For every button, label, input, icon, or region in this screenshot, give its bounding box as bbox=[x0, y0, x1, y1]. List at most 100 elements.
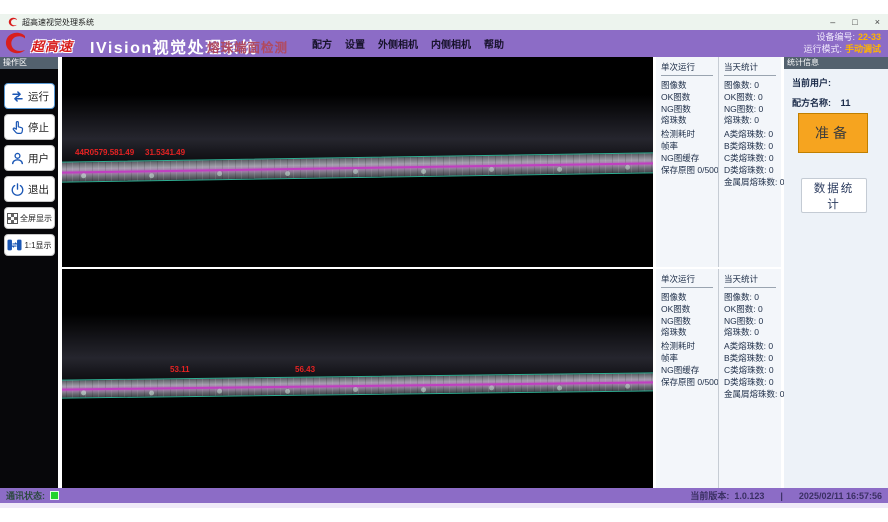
stat-row: 金属屑熔珠数: 0 bbox=[724, 178, 781, 187]
stat-row: NG图数: 0 bbox=[724, 105, 781, 114]
run-mode-label: 运行模式: bbox=[803, 44, 842, 54]
stat-row: OK图数 bbox=[661, 305, 718, 314]
stat-row: 保存原图 0/500 bbox=[661, 166, 718, 175]
operation-sidebar: 操作区 运行 停止 用户 退出 全屏显示 1:1显示 bbox=[0, 57, 58, 488]
window-title: 超高速视觉处理系统 bbox=[22, 17, 94, 28]
stat-row: NG图数: 0 bbox=[724, 317, 781, 326]
stat-row: 熔珠数 bbox=[661, 328, 718, 337]
exit-button-label: 退出 bbox=[28, 182, 49, 197]
stat-row: OK图数: 0 bbox=[724, 305, 781, 314]
fullscreen-checker-icon bbox=[7, 213, 18, 224]
camera-viewport-inner: 53.11 56.43 bbox=[62, 269, 653, 488]
prepare-button[interactable]: 准备 bbox=[798, 113, 868, 153]
stat-row: NG图缓存 bbox=[661, 154, 718, 163]
stat-row: C类熔珠数: 0 bbox=[724, 154, 781, 163]
user-person-icon bbox=[10, 151, 25, 166]
single-run-column: 单次运行 图像数OK图数NG图数熔珠数检测耗时帧率NG图缓存保存原图 0/500 bbox=[656, 57, 718, 267]
minimize-button[interactable]: – bbox=[830, 14, 835, 30]
single-run-column: 单次运行 图像数OK图数NG图数熔珠数检测耗时帧率NG图缓存保存原图 0/500 bbox=[656, 269, 718, 488]
stat-row: 熔珠数 bbox=[661, 116, 718, 125]
daily-stats-title: 当天统计 bbox=[724, 273, 776, 288]
stat-row: NG图数 bbox=[661, 317, 718, 326]
recipe-name-value: 11 bbox=[841, 98, 851, 109]
user-button-label: 用户 bbox=[28, 151, 49, 166]
detection-marks bbox=[81, 173, 86, 178]
detection-marks bbox=[81, 390, 86, 395]
exit-power-icon bbox=[10, 182, 25, 197]
stat-row: 金属屑熔珠数: 0 bbox=[724, 390, 781, 399]
status-separator: | bbox=[780, 491, 783, 501]
stat-row: C类熔珠数: 0 bbox=[724, 366, 781, 375]
one-to-one-icon bbox=[7, 238, 22, 252]
menu-item[interactable]: 设置 bbox=[345, 36, 365, 51]
main-menu: 配方设置外侧相机内侧相机帮助 bbox=[312, 30, 504, 57]
device-info: 设备编号:22-33 运行模式:手动调试 bbox=[803, 32, 881, 55]
maximize-button[interactable]: □ bbox=[852, 14, 857, 30]
camera-viewport-outer: 44R0579.581.49 31.5341.49 bbox=[62, 57, 653, 267]
user-button[interactable]: 用户 bbox=[4, 145, 55, 171]
window-bottom-edge bbox=[0, 503, 888, 508]
stat-row: 熔珠数: 0 bbox=[724, 116, 781, 125]
exit-button[interactable]: 退出 bbox=[4, 176, 55, 202]
menu-item[interactable]: 外侧相机 bbox=[378, 36, 418, 51]
run-mode-value: 手动调试 bbox=[845, 44, 881, 54]
single-run-title: 单次运行 bbox=[661, 61, 713, 76]
stat-row: 图像数 bbox=[661, 293, 718, 302]
info-panel-title: 统计信息 bbox=[784, 57, 888, 69]
menu-item[interactable]: 内侧相机 bbox=[431, 36, 471, 51]
window-titlebar: 超高速视觉处理系统 – □ × bbox=[0, 14, 888, 30]
fullscreen-button-label: 全屏显示 bbox=[20, 213, 52, 224]
app-header: 超高速 IVision视觉处理系统 熔珠端面检测 配方设置外侧相机内侧相机帮助 … bbox=[0, 30, 888, 57]
stat-row: 图像数 bbox=[661, 81, 718, 90]
app-icon bbox=[8, 17, 18, 27]
single-run-title: 单次运行 bbox=[661, 273, 713, 288]
stat-row: NG图数 bbox=[661, 105, 718, 114]
stats-panel-outer: 单次运行 图像数OK图数NG图数熔珠数检测耗时帧率NG图缓存保存原图 0/500… bbox=[656, 57, 781, 267]
stat-row: B类熔珠数: 0 bbox=[724, 142, 781, 151]
brand-logo-icon bbox=[4, 32, 28, 59]
stop-button-label: 停止 bbox=[28, 120, 49, 135]
stat-row: NG图缓存 bbox=[661, 366, 718, 375]
stat-row: 图像数: 0 bbox=[724, 81, 781, 90]
measurement-annotation: 53.11 bbox=[170, 365, 190, 374]
datetime-value: 2025/02/11 16:57:56 bbox=[799, 491, 882, 501]
measurement-annotation: 56.43 bbox=[295, 365, 315, 374]
device-number-value: 22-33 bbox=[858, 32, 881, 42]
stat-row: B类熔珠数: 0 bbox=[724, 354, 781, 363]
run-button[interactable]: 运行 bbox=[4, 83, 55, 109]
stop-button[interactable]: 停止 bbox=[4, 114, 55, 140]
one-to-one-button-label: 1:1显示 bbox=[24, 240, 51, 251]
scanline-overlay bbox=[62, 162, 653, 173]
status-bar: 通讯状态: 当前版本: 1.0.123 | 2025/02/11 16:57:56 bbox=[0, 488, 888, 503]
measurement-annotation: 44R0579.581.49 bbox=[75, 148, 134, 157]
current-user-label: 当前用户: bbox=[792, 78, 831, 88]
fullscreen-button[interactable]: 全屏显示 bbox=[4, 207, 55, 229]
version-label: 当前版本: bbox=[690, 491, 729, 501]
recipe-name-label: 配方名称: bbox=[792, 98, 831, 108]
brand-name: 超高速 bbox=[31, 36, 73, 55]
data-statistics-button[interactable]: 数据统计 bbox=[801, 178, 867, 213]
one-to-one-button[interactable]: 1:1显示 bbox=[4, 234, 55, 256]
app-subtitle: 熔珠端面检测 bbox=[207, 37, 288, 56]
measurement-annotation: 31.5341.49 bbox=[145, 148, 185, 157]
stat-row: D类熔珠数: 0 bbox=[724, 378, 781, 387]
stat-row: D类熔珠数: 0 bbox=[724, 166, 781, 175]
comm-status-label: 通讯状态: bbox=[6, 489, 45, 502]
version-value: 1.0.123 bbox=[734, 491, 764, 501]
version-group: 当前版本: 1.0.123 bbox=[690, 489, 764, 502]
device-number-label: 设备编号: bbox=[816, 32, 855, 42]
stat-row: OK图数 bbox=[661, 93, 718, 102]
daily-stats-column: 当天统计 图像数: 0OK图数: 0NG图数: 0熔珠数: 0A类熔珠数: 0B… bbox=[718, 269, 781, 488]
stat-row: OK图数: 0 bbox=[724, 93, 781, 102]
close-button[interactable]: × bbox=[875, 14, 880, 30]
stop-hand-icon bbox=[10, 120, 25, 135]
run-button-label: 运行 bbox=[28, 89, 49, 104]
stat-row: 检测耗时 bbox=[661, 342, 718, 351]
stats-panel-inner: 单次运行 图像数OK图数NG图数熔珠数检测耗时帧率NG图缓存保存原图 0/500… bbox=[656, 269, 781, 488]
stat-row: 帧率 bbox=[661, 142, 718, 151]
daily-stats-column: 当天统计 图像数: 0OK图数: 0NG图数: 0熔珠数: 0A类熔珠数: 0B… bbox=[718, 57, 781, 267]
scanline-overlay bbox=[62, 381, 653, 390]
menu-item[interactable]: 配方 bbox=[312, 36, 332, 51]
menu-item[interactable]: 帮助 bbox=[484, 36, 504, 51]
stat-row: 熔珠数: 0 bbox=[724, 328, 781, 337]
